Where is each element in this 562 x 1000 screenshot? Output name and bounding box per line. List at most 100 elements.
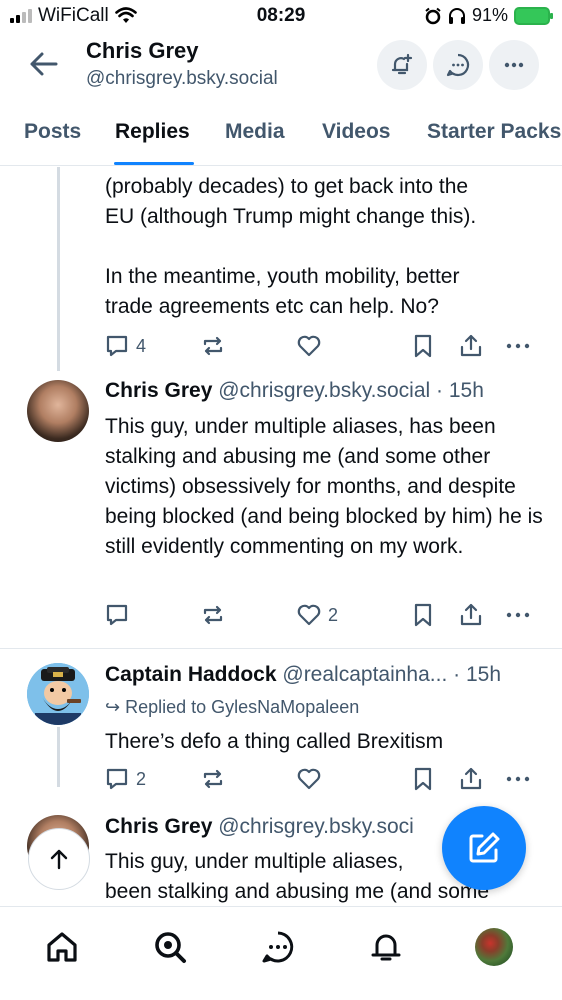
more-button[interactable]: [489, 40, 539, 90]
like-button[interactable]: [296, 766, 322, 792]
post-actions: 4: [104, 333, 534, 361]
reply-icon: [106, 768, 128, 790]
share-button[interactable]: [458, 602, 484, 628]
share-button[interactable]: [458, 766, 484, 792]
post-time: · 15h: [436, 379, 484, 402]
reply-arrow-icon: ↪: [105, 697, 121, 717]
home-icon: [47, 932, 77, 962]
post-header: Chris Grey @chrisgrey.bsky.social · 15h: [105, 379, 484, 403]
feed[interactable]: (probably decades) to get back into the …: [0, 167, 562, 907]
status-right: 91%: [424, 5, 553, 26]
heart-icon: [297, 768, 321, 790]
heart-icon: [297, 335, 321, 357]
author-name[interactable]: Chris Grey: [105, 379, 212, 402]
tab-videos[interactable]: Videos: [322, 120, 390, 144]
post-text-line: In the meantime, youth mobility, better: [105, 265, 460, 288]
reply-icon: [106, 335, 128, 357]
repost-icon: [203, 605, 223, 625]
tab-media[interactable]: Media: [225, 120, 285, 144]
search-icon: [155, 932, 186, 963]
avatar[interactable]: [27, 380, 89, 442]
share-icon: [460, 767, 482, 790]
share-icon: [460, 334, 482, 357]
reply-button[interactable]: 4: [104, 333, 146, 359]
ellipsis-icon: [506, 776, 530, 782]
share-button[interactable]: [458, 333, 484, 359]
chat-bubble-icon: [446, 53, 470, 77]
author-handle[interactable]: @realcaptainha...: [282, 663, 447, 686]
heart-icon: [297, 604, 321, 626]
battery-percent: 91%: [471, 5, 508, 25]
ellipsis-icon: [504, 62, 524, 68]
profile-tabs: Posts Replies Media Videos Starter Packs: [0, 98, 562, 166]
repost-icon: [203, 336, 223, 356]
reply-button[interactable]: [104, 602, 136, 628]
reply-count: 4: [136, 335, 147, 356]
bell-icon: [371, 934, 401, 961]
reply-icon: [106, 604, 128, 626]
post-text-line: (probably decades) to get back into the: [105, 175, 469, 198]
post-more-button[interactable]: [504, 766, 532, 792]
tab-posts[interactable]: Posts: [24, 120, 81, 144]
bookmark-button[interactable]: [410, 766, 436, 792]
arrow-up-icon: [50, 849, 68, 870]
repost-icon: [203, 769, 223, 789]
repost-button[interactable]: [200, 602, 226, 628]
arrow-left-icon: [30, 52, 58, 76]
post-more-button[interactable]: [504, 602, 532, 628]
author-name[interactable]: Chris Grey: [105, 815, 212, 838]
post-text-line: trade agreements etc can help. No?: [105, 295, 439, 318]
alarm-icon: [425, 7, 441, 24]
ellipsis-icon: [506, 343, 530, 349]
reply-count: 2: [136, 768, 147, 789]
reply-button[interactable]: 2: [104, 766, 146, 792]
repost-button[interactable]: [200, 333, 226, 359]
status-bar: WiFiCall 08:29 91%: [0, 0, 562, 34]
post-actions: 2: [104, 602, 534, 630]
nav-search[interactable]: [150, 927, 190, 967]
pencil-square-icon: [469, 832, 500, 863]
post-text-line: [105, 232, 550, 262]
post-header: Captain Haddock @realcaptainha... · 15h: [105, 663, 501, 687]
post-header: Chris Grey @chrisgrey.bsky.soci h: [105, 815, 501, 839]
chat-bubble-icon: [262, 931, 294, 963]
nav-home[interactable]: [42, 927, 82, 967]
author-handle[interactable]: @chrisgrey.bsky.soci: [218, 815, 414, 838]
share-icon: [460, 603, 482, 626]
like-button[interactable]: [296, 333, 322, 359]
post-text-line: EU (although Trump might change this).: [105, 205, 477, 228]
profile-header: Chris Grey @chrisgrey.bsky.social: [0, 34, 562, 98]
post-text: (probably decades) to get back into the …: [105, 172, 550, 322]
nav-notifications[interactable]: [366, 927, 406, 967]
back-button[interactable]: [26, 46, 66, 82]
post-divider: [0, 648, 562, 649]
bookmark-button[interactable]: [410, 602, 436, 628]
author-handle[interactable]: @chrisgrey.bsky.social: [218, 379, 430, 402]
bookmark-icon: [414, 334, 432, 358]
nav-profile[interactable]: [474, 927, 514, 967]
tab-starter-packs[interactable]: Starter Packs: [427, 120, 561, 144]
like-button[interactable]: 2: [296, 602, 338, 628]
bottom-nav: [0, 906, 562, 1000]
post-more-button[interactable]: [504, 333, 532, 359]
thread-line: [57, 727, 60, 787]
bookmark-icon: [414, 603, 432, 627]
message-button[interactable]: [433, 40, 483, 90]
repost-button[interactable]: [200, 766, 226, 792]
active-tab-indicator: [114, 162, 194, 165]
compose-button[interactable]: [442, 806, 526, 890]
headphones-icon: [448, 7, 465, 24]
bookmark-button[interactable]: [410, 333, 436, 359]
author-name[interactable]: Captain Haddock: [105, 663, 277, 686]
bookmark-icon: [414, 767, 432, 791]
captain-avatar-image: [27, 663, 89, 725]
thread-line: [57, 167, 60, 371]
tab-replies[interactable]: Replies: [115, 120, 190, 144]
notify-button[interactable]: [377, 40, 427, 90]
replied-to[interactable]: ↪ Replied to GylesNaMopaleen: [105, 697, 359, 718]
avatar[interactable]: [27, 663, 89, 725]
nav-messages[interactable]: [258, 927, 298, 967]
post-actions: 2: [104, 766, 534, 794]
scroll-to-top-button[interactable]: [28, 828, 90, 890]
battery-icon: [514, 6, 553, 25]
